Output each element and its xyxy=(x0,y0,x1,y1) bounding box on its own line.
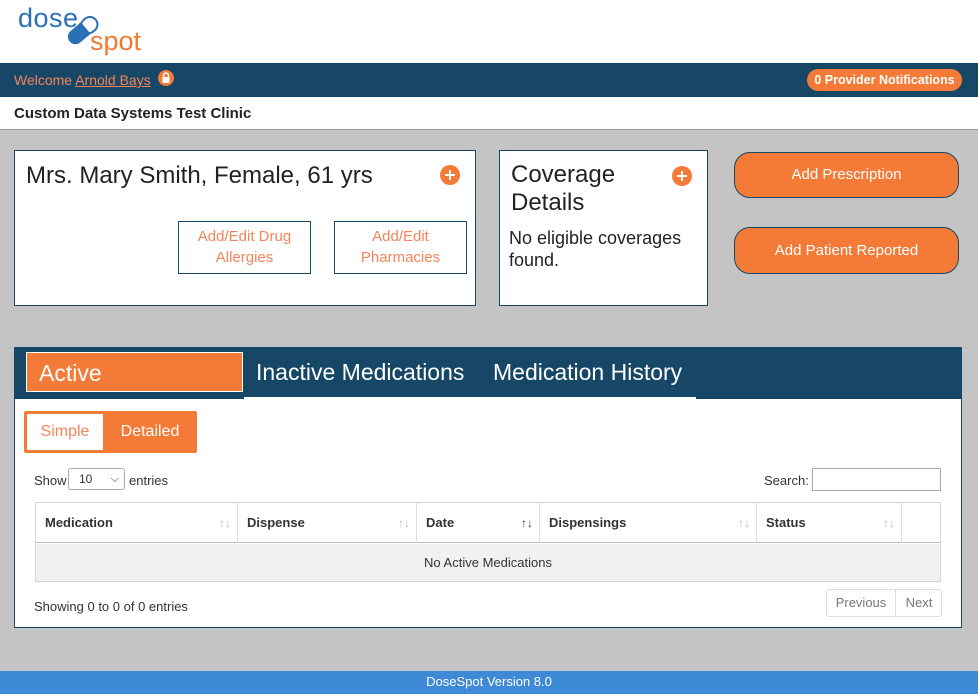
user-name-link[interactable]: Arnold Bays xyxy=(75,72,150,88)
table-header-row: Medication ↑↓ Dispense ↑↓ Date ↑↓ Dispen… xyxy=(36,503,940,543)
column-header-date[interactable]: Date ↑↓ xyxy=(417,503,540,543)
clinic-bar: Custom Data Systems Test Clinic xyxy=(0,97,978,130)
tab-underline xyxy=(244,397,696,399)
provider-notifications-button[interactable]: 0 Provider Notifications xyxy=(807,69,962,91)
tab-medication-history[interactable]: Medication History xyxy=(481,352,694,392)
view-toggle: Simple Detailed xyxy=(24,411,197,453)
edit-drug-allergies-button[interactable]: Add/Edit Drug Allergies xyxy=(178,221,311,274)
tab-active-medications[interactable]: Active Medications xyxy=(26,352,243,426)
tab-inactive-medications[interactable]: Inactive Medications xyxy=(244,352,476,392)
footer-version: DoseSpot Version 8.0 xyxy=(0,671,978,694)
column-label: Date xyxy=(426,515,455,530)
patient-add-plus-icon[interactable] xyxy=(440,165,460,185)
previous-page-button[interactable]: Previous xyxy=(827,590,896,616)
column-label: Dispensings xyxy=(549,515,627,530)
entries-select[interactable]: 10 ⌵ xyxy=(68,468,125,490)
welcome-prefix: Welcome xyxy=(14,72,73,88)
coverage-add-plus-icon[interactable] xyxy=(672,166,692,186)
column-label: Medication xyxy=(45,515,113,530)
patient-panel: Mrs. Mary Smith, Female, 61 yrs Add/Edit… xyxy=(14,150,476,306)
search-label: Search: xyxy=(764,473,809,488)
patient-title: Mrs. Mary Smith, Female, 61 yrs xyxy=(26,162,373,189)
medications-table: Medication ↑↓ Dispense ↑↓ Date ↑↓ Dispen… xyxy=(35,502,941,582)
welcome-bar: Welcome Arnold Bays 0 Provider Notificat… xyxy=(0,63,978,97)
lock-icon[interactable] xyxy=(158,70,174,86)
sort-icon: ↑↓ xyxy=(398,516,410,530)
next-page-button[interactable]: Next xyxy=(897,590,941,616)
pagination: Previous Next xyxy=(826,589,942,617)
welcome-text: Welcome Arnold Bays xyxy=(14,72,151,88)
edit-pharmacies-button[interactable]: Add/Edit Pharmacies xyxy=(334,221,467,274)
show-label: Show xyxy=(34,473,67,488)
sort-icon: ↑↓ xyxy=(883,516,895,530)
add-prescription-button[interactable]: Add Prescription xyxy=(734,152,959,198)
column-label: Status xyxy=(766,515,806,530)
column-header-dispensings[interactable]: Dispensings ↑↓ xyxy=(540,503,757,543)
entries-select-value: 10 xyxy=(79,472,93,486)
chevron-down-icon: ⌵ xyxy=(110,473,119,485)
column-header-status[interactable]: Status ↑↓ xyxy=(757,503,902,543)
logo-bar: dose spot xyxy=(0,0,978,63)
view-simple-button[interactable]: Simple xyxy=(27,414,103,450)
dosespot-logo[interactable]: dose spot xyxy=(18,3,148,57)
coverage-title: Coverage Details xyxy=(511,161,616,216)
column-header-dispense[interactable]: Dispense ↑↓ xyxy=(238,503,417,543)
coverage-panel: Coverage Details No eligible coverages f… xyxy=(499,150,708,306)
search-input[interactable] xyxy=(812,468,941,491)
sort-icon: ↑↓ xyxy=(738,516,750,530)
column-label: Dispense xyxy=(247,515,305,530)
add-patient-reported-button[interactable]: Add Patient Reported xyxy=(734,227,959,274)
sort-icon: ↑↓ xyxy=(219,516,231,530)
logo-text-spot: spot xyxy=(90,26,142,56)
entries-label: entries xyxy=(129,473,169,488)
medications-panel: Active Medications Inactive Medications … xyxy=(14,347,962,628)
sort-desc-icon: ↑↓ xyxy=(521,516,533,530)
table-empty-row: No Active Medications xyxy=(36,544,940,581)
coverage-message: No eligible coverages found. xyxy=(509,228,682,270)
view-detailed-button[interactable]: Detailed xyxy=(106,414,194,450)
medications-tab-bar: Active Medications Inactive Medications … xyxy=(15,348,961,426)
column-header-medication[interactable]: Medication ↑↓ xyxy=(36,503,238,543)
clinic-name: Custom Data Systems Test Clinic xyxy=(14,105,252,122)
table-info: Showing 0 to 0 of 0 entries xyxy=(34,599,188,614)
